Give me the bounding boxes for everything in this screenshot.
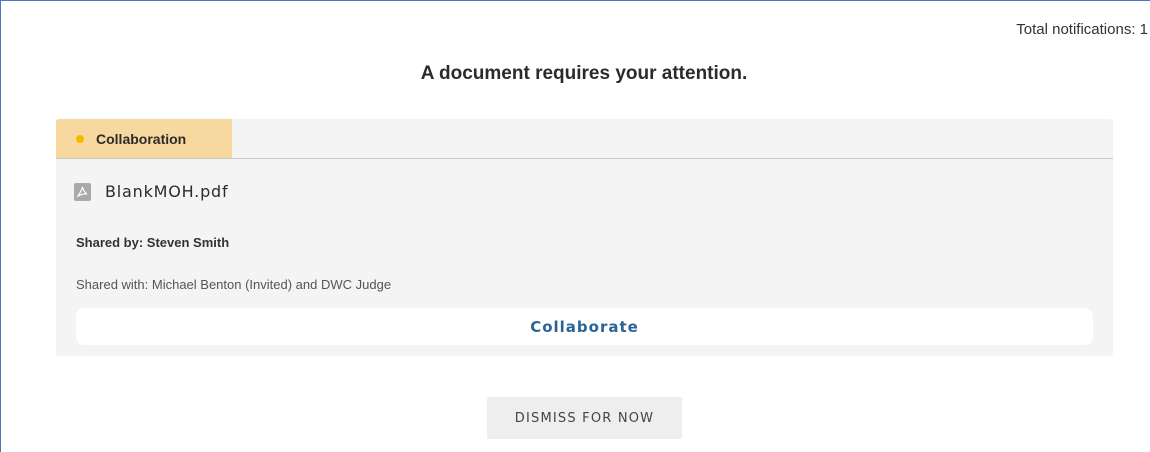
pdf-file-icon (74, 182, 91, 201)
notification-heading: A document requires your attention. (420, 63, 748, 84)
shared-with-text: Shared with: Michael Benton (Invited) an… (76, 277, 392, 292)
collaborate-button[interactable]: Collaborate (76, 308, 1093, 345)
total-notifications-count: Total notifications: 1 (1016, 21, 1148, 38)
status-dot-icon (76, 134, 84, 143)
dismiss-for-now-button[interactable]: DISMISS FOR NOW (487, 397, 682, 439)
tab-collaboration[interactable]: Collaboration (56, 119, 232, 158)
tab-collaboration-label: Collaboration (96, 130, 187, 147)
file-row: BlankMOH.pdf (74, 182, 228, 201)
notification-card: Collaboration BlankMOH.pdf Shared by: St… (56, 119, 1113, 356)
shared-by-text: Shared by: Steven Smith (76, 235, 230, 250)
file-name[interactable]: BlankMOH.pdf (105, 182, 228, 201)
notification-panel: Total notifications: 1 A document requir… (0, 0, 1150, 452)
card-tab-bar: Collaboration (56, 119, 1113, 159)
